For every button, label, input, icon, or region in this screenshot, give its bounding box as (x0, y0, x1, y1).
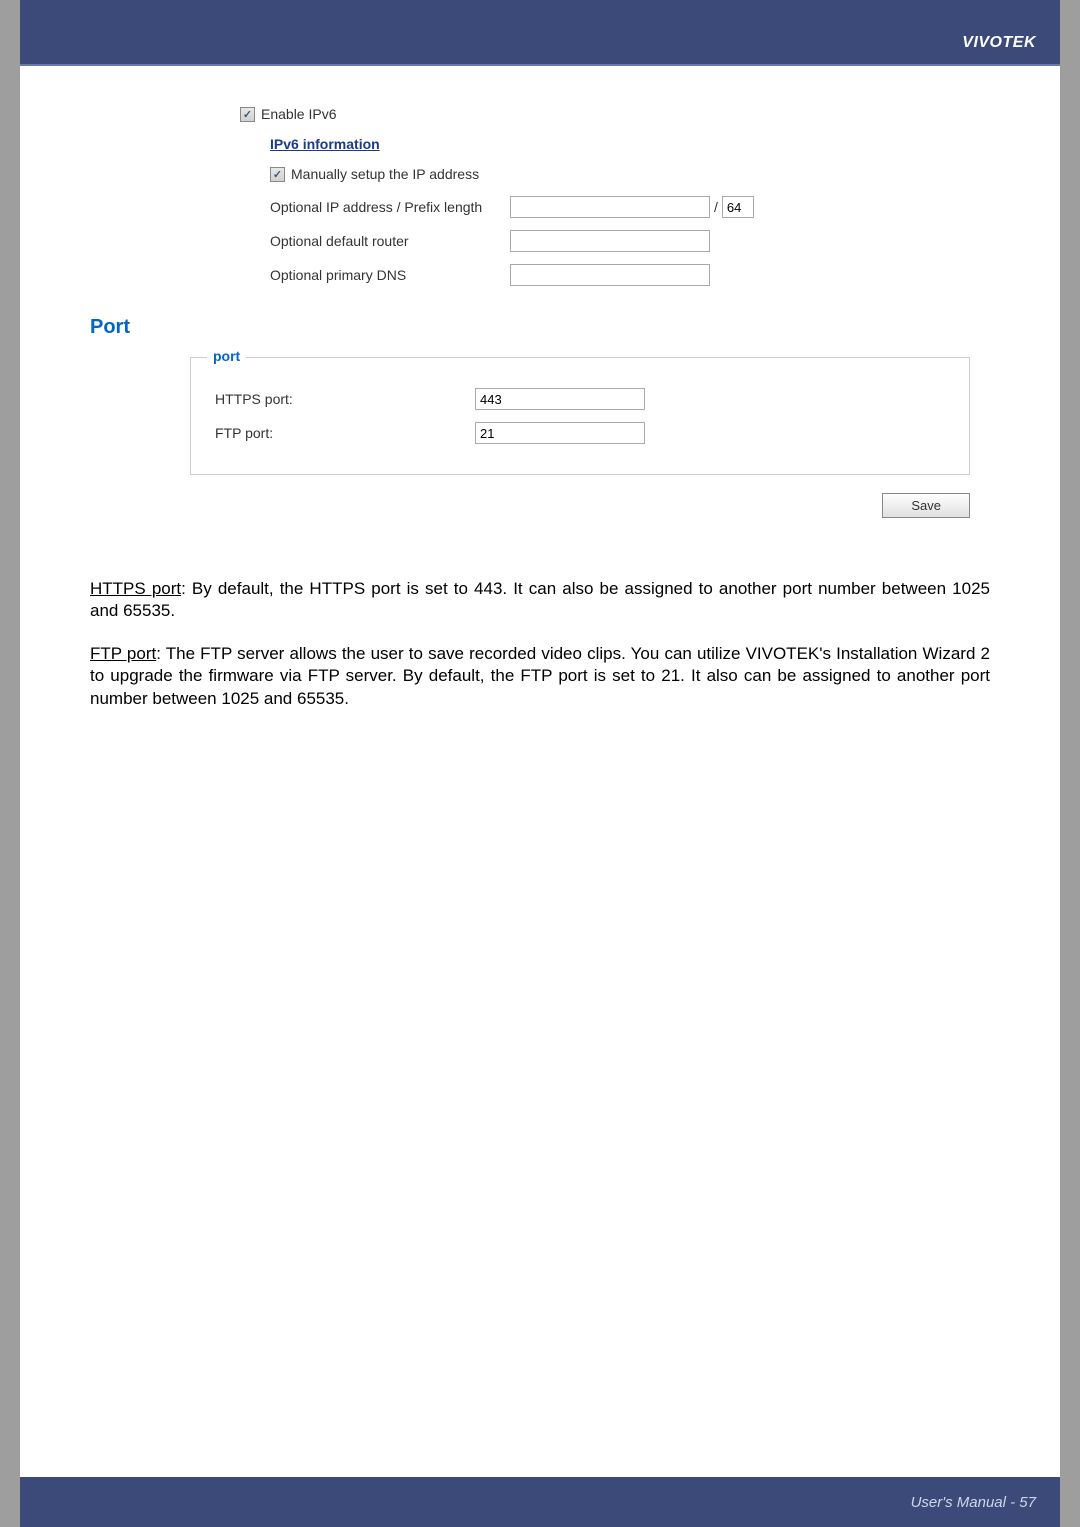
primary-dns-input[interactable] (510, 264, 710, 286)
ip-address-label: Optional IP address / Prefix length (270, 199, 510, 215)
ftp-port-desc: : The FTP server allows the user to save… (90, 644, 990, 708)
primary-dns-row: Optional primary DNS (270, 264, 990, 286)
primary-dns-label: Optional primary DNS (270, 267, 510, 283)
https-port-paragraph: HTTPS port: By default, the HTTPS port i… (90, 578, 990, 623)
port-heading: Port (90, 316, 990, 339)
ftp-port-paragraph: FTP port: The FTP server allows the user… (90, 643, 990, 710)
https-port-term: HTTPS port (90, 579, 181, 598)
manual-ip-checkbox[interactable] (270, 167, 285, 182)
save-button[interactable]: Save (882, 493, 970, 518)
manual-ip-row: Manually setup the IP address (270, 166, 990, 182)
enable-ipv6-checkbox[interactable] (240, 107, 255, 122)
header-bar: VIVOTEK (20, 0, 1060, 64)
ip-address-row: Optional IP address / Prefix length / (270, 196, 990, 218)
default-router-row: Optional default router (270, 230, 990, 252)
enable-ipv6-row: Enable IPv6 (240, 106, 990, 122)
footer-text: User's Manual - 57 (911, 1494, 1036, 1511)
prefix-slash: / (714, 199, 718, 215)
https-port-input[interactable] (475, 388, 645, 410)
body-text: HTTPS port: By default, the HTTPS port i… (90, 578, 990, 710)
footer-bar: User's Manual - 57 (20, 1477, 1060, 1527)
port-legend: port (207, 348, 246, 364)
https-port-row: HTTPS port: (215, 388, 945, 410)
default-router-input[interactable] (510, 230, 710, 252)
ip-address-input[interactable] (510, 196, 710, 218)
port-fieldset: port HTTPS port: FTP port: (190, 357, 970, 475)
manual-ip-label: Manually setup the IP address (291, 166, 479, 182)
https-port-label: HTTPS port: (215, 391, 475, 407)
https-port-desc: : By default, the HTTPS port is set to 4… (90, 579, 990, 620)
prefix-length-input[interactable] (722, 196, 754, 218)
ftp-port-row: FTP port: (215, 422, 945, 444)
brand-label: VIVOTEK (962, 34, 1036, 52)
default-router-label: Optional default router (270, 233, 510, 249)
enable-ipv6-label: Enable IPv6 (261, 106, 337, 122)
ftp-port-term: FTP port (90, 644, 156, 663)
ftp-port-label: FTP port: (215, 425, 475, 441)
ftp-port-input[interactable] (475, 422, 645, 444)
ipv6-information-link[interactable]: IPv6 information (270, 136, 380, 152)
